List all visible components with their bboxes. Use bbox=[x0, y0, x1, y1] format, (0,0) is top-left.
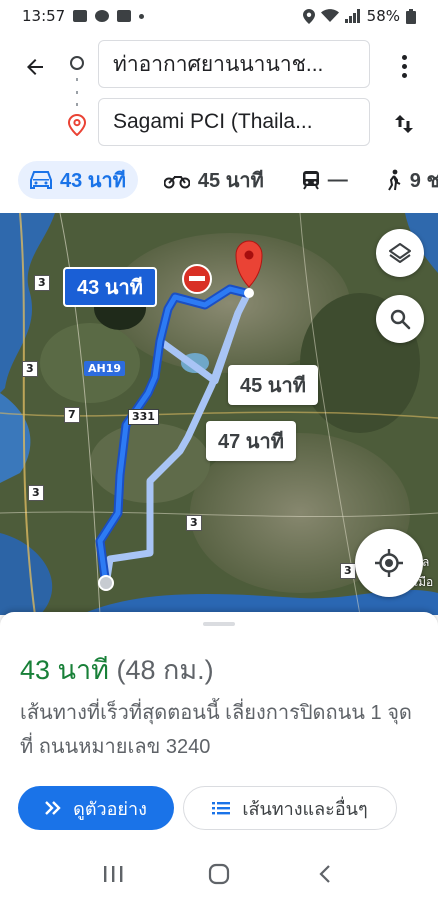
directions-search-panel: ท่าอากาศยานนานาช... Sagami PCI (Thaila..… bbox=[0, 32, 438, 152]
route-duration: 43 นาที (48 กม.) bbox=[20, 648, 214, 691]
wifi-icon bbox=[320, 9, 339, 22]
highway-shield: AH19 bbox=[84, 361, 126, 376]
primary-route-label[interactable]: 43 นาที bbox=[63, 267, 157, 307]
arrow-back-icon bbox=[27, 59, 43, 75]
alt-route-label[interactable]: 45 นาที bbox=[228, 365, 318, 405]
swap-locations-button[interactable] bbox=[388, 106, 420, 142]
chevron-left-icon bbox=[319, 865, 330, 883]
layers-icon bbox=[389, 243, 411, 263]
road-shield: 3 bbox=[22, 361, 38, 377]
double-chevron-icon bbox=[45, 801, 61, 815]
route-description: เส้นทางที่เร็วที่สุดตอนนี้ เลี่ยงการปิดถ… bbox=[20, 702, 412, 758]
my-location-button[interactable] bbox=[355, 529, 423, 597]
swap-vertical-icon bbox=[395, 115, 413, 133]
list-icon bbox=[212, 802, 231, 815]
battery-icon bbox=[406, 8, 416, 24]
road-shield: 3 bbox=[340, 563, 356, 579]
travel-mode-tabs: 43 นาที 45 นาที — 9 ชม bbox=[0, 152, 438, 208]
signal-icon bbox=[344, 9, 360, 23]
route-connector-icon bbox=[76, 78, 78, 106]
home-icon bbox=[208, 863, 230, 885]
location-icon bbox=[302, 8, 315, 24]
more-notifications-icon bbox=[139, 13, 145, 19]
recent-apps-button[interactable] bbox=[93, 854, 133, 894]
tab-motorcycle-label: 45 นาที bbox=[197, 170, 264, 192]
steps-button-label: เส้นทางและอื่นๆ bbox=[242, 798, 368, 819]
place-label: ล bbox=[422, 555, 430, 569]
transit-icon bbox=[302, 170, 320, 190]
tab-motorcycle[interactable]: 45 นาที bbox=[152, 161, 276, 199]
destination-input[interactable]: Sagami PCI (Thaila... bbox=[98, 98, 370, 146]
origin-marker-icon bbox=[70, 56, 84, 70]
tab-walking-label: 9 ชม bbox=[409, 170, 438, 192]
road-shield: 3 bbox=[186, 515, 202, 531]
destination-marker-icon bbox=[67, 113, 87, 140]
preview-button[interactable]: ดูตัวอย่าง bbox=[18, 786, 174, 830]
system-back-button[interactable] bbox=[305, 854, 345, 894]
route-distance: (48 กม.) bbox=[116, 655, 214, 685]
tab-transit-label: — bbox=[327, 168, 348, 191]
route-summary-sheet: 43 นาที (48 กม.) เส้นทางที่เร็วที่สุดตอน… bbox=[0, 612, 438, 848]
search-icon bbox=[390, 309, 411, 330]
map-view[interactable]: 3 3 7 3 3 3 AH19 331 ล เมือ 43 นาที 45 น… bbox=[0, 213, 438, 615]
drag-handle[interactable] bbox=[203, 622, 235, 626]
layers-button[interactable] bbox=[376, 229, 424, 277]
origin-dot bbox=[98, 575, 114, 591]
my-location-icon bbox=[375, 549, 403, 577]
motorcycle-icon bbox=[163, 171, 190, 189]
more-options-button[interactable] bbox=[388, 48, 420, 84]
search-along-route-button[interactable] bbox=[376, 295, 424, 343]
status-time: 13:57 bbox=[22, 7, 66, 25]
tab-driving[interactable]: 43 นาที bbox=[18, 161, 138, 199]
road-shield: 3 bbox=[28, 485, 44, 501]
road-shield: 7 bbox=[64, 407, 80, 423]
app-notification-icon bbox=[95, 10, 110, 22]
recent-apps-icon bbox=[104, 866, 123, 882]
tab-transit[interactable]: — bbox=[290, 161, 360, 199]
back-button[interactable] bbox=[18, 50, 52, 84]
battery-percent: 58% bbox=[366, 7, 400, 25]
home-button[interactable] bbox=[199, 854, 239, 894]
system-navigation-bar bbox=[0, 848, 438, 900]
status-bar: 13:57 58% bbox=[0, 0, 438, 32]
steps-and-more-button[interactable]: เส้นทางและอื่นๆ bbox=[183, 786, 397, 830]
car-icon bbox=[30, 170, 52, 190]
route-badge: 331 bbox=[128, 409, 159, 425]
message-notification-icon bbox=[117, 10, 132, 22]
road-shield: 3 bbox=[34, 275, 50, 291]
preview-button-label: ดูตัวอย่าง bbox=[73, 798, 147, 819]
tab-driving-label: 43 นาที bbox=[60, 170, 126, 192]
gallery-notification-icon bbox=[73, 10, 88, 22]
walk-icon bbox=[386, 169, 402, 191]
origin-input[interactable]: ท่าอากาศยานนานาช... bbox=[98, 40, 370, 88]
duration-time: 43 นาที bbox=[20, 655, 109, 685]
alt-route-label[interactable]: 47 นาที bbox=[206, 421, 296, 461]
tab-walking[interactable]: 9 ชม bbox=[374, 161, 438, 199]
